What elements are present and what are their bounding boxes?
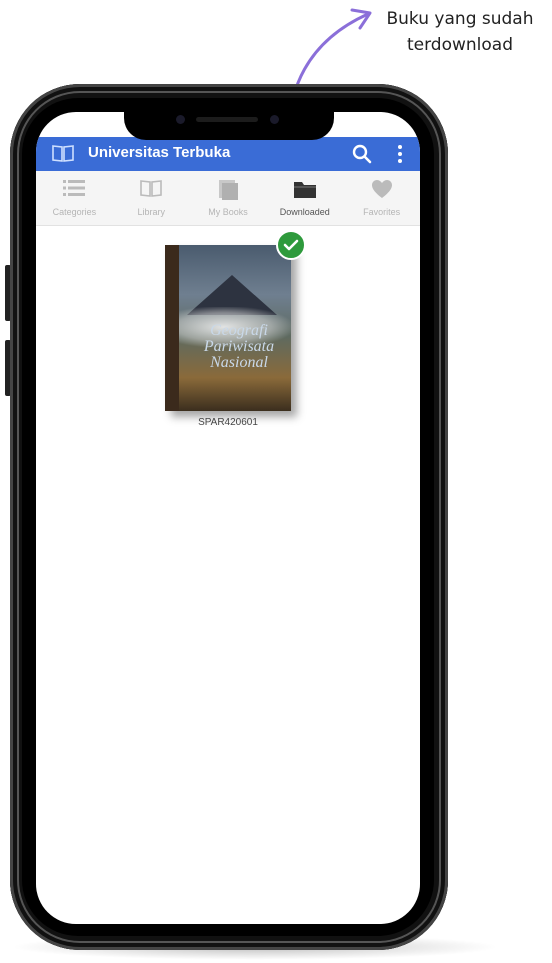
book-spine <box>165 245 179 411</box>
more-options-icon[interactable] <box>396 144 404 169</box>
speaker-grill <box>196 117 258 122</box>
tab-label: Library <box>137 207 165 217</box>
tab-bar: Categories Library My Books Downloaded F… <box>36 171 420 226</box>
cover-title: Geografi Pariwisata Nasional <box>203 322 275 371</box>
tab-categories[interactable]: Categories <box>36 171 113 225</box>
app-bar: Universitas Terbuka <box>36 137 420 171</box>
tab-downloaded[interactable]: Downloaded <box>266 171 343 225</box>
tab-label: Categories <box>52 207 97 217</box>
folder-icon <box>293 179 317 204</box>
books-icon <box>217 179 239 206</box>
list-icon <box>62 179 86 202</box>
downloaded-check-icon <box>276 230 306 260</box>
tab-label: My Books <box>208 207 248 217</box>
book-logo-icon[interactable] <box>52 144 74 167</box>
tab-label: Favorites <box>363 207 401 217</box>
book-open-icon <box>140 179 162 202</box>
search-icon[interactable] <box>352 144 372 169</box>
book-code: SPAR420601 <box>198 417 258 428</box>
heart-icon <box>371 179 393 204</box>
book-item[interactable]: Geografi Pariwisata Nasional <box>165 245 291 411</box>
sensor-icon <box>270 115 279 124</box>
book-cover[interactable]: Geografi Pariwisata Nasional <box>165 245 291 411</box>
tab-favorites[interactable]: Favorites <box>343 171 420 225</box>
camera-icon <box>176 115 185 124</box>
app-title: Universitas Terbuka <box>88 144 231 161</box>
phone-notch <box>124 112 334 140</box>
tab-my-books[interactable]: My Books <box>190 171 267 225</box>
tab-library[interactable]: Library <box>113 171 190 225</box>
phone-screen: Universitas Terbuka Categories Library M… <box>36 112 420 924</box>
tab-label: Downloaded <box>279 207 330 217</box>
